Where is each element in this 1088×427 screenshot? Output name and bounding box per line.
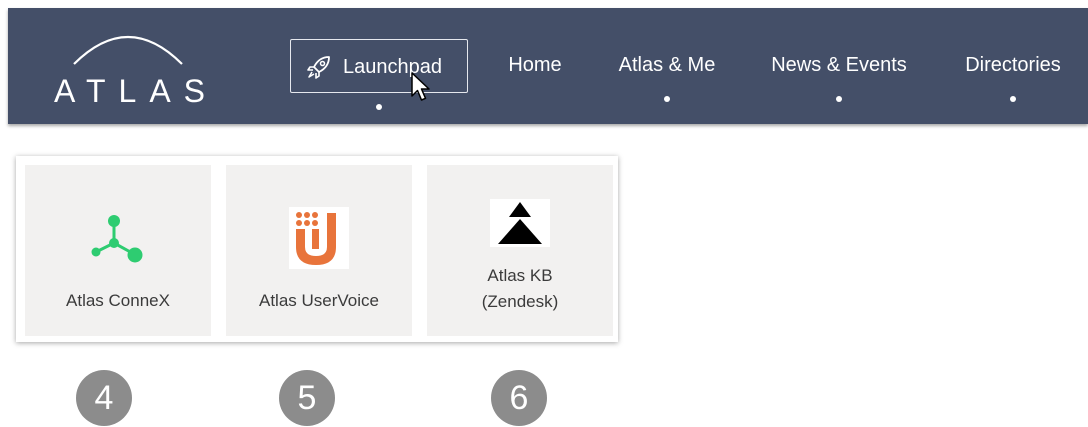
- logo-text: ATLAS: [54, 73, 218, 109]
- nav-news-events-label: News & Events: [771, 54, 907, 76]
- nav-atlas-and-me-label: Atlas & Me: [618, 54, 716, 76]
- nav-launchpad[interactable]: Launchpad: [290, 39, 468, 110]
- uservoice-icon: [289, 207, 349, 269]
- callout-badge-4: 4: [76, 370, 132, 426]
- connex-network-icon: [91, 215, 143, 263]
- tile-atlas-uservoice-label: Atlas UserVoice: [259, 291, 379, 310]
- tile-atlas-connex-label: Atlas ConneX: [66, 291, 170, 310]
- atlas-logo[interactable]: ATLAS: [48, 26, 208, 116]
- launchpad-panel: Atlas ConneX Atlas UserVoice Atlas KB (Z…: [16, 156, 618, 342]
- logo-arc-icon: [73, 35, 183, 65]
- nav-home[interactable]: Home: [500, 38, 570, 92]
- nav-atlas-and-me-dot: [664, 96, 670, 102]
- nav-atlas-and-me[interactable]: Atlas & Me: [608, 38, 726, 102]
- rocket-icon: [307, 56, 330, 79]
- top-navbar: ATLAS Launchpad Home Atlas & Me News & E…: [8, 8, 1088, 124]
- callout-badge-5: 5: [279, 370, 335, 426]
- nav-launchpad-dot: [376, 104, 382, 110]
- nav-directories[interactable]: Directories: [956, 38, 1070, 102]
- nav-news-events[interactable]: News & Events: [764, 38, 914, 102]
- tile-atlas-connex[interactable]: Atlas ConneX: [25, 165, 211, 336]
- nav-home-label: Home: [508, 54, 562, 76]
- nav-directories-label: Directories: [965, 54, 1061, 76]
- nav-directories-dot: [1010, 96, 1016, 102]
- nav-news-events-dot: [836, 96, 842, 102]
- tile-atlas-kb-zendesk[interactable]: Atlas KB (Zendesk): [427, 165, 613, 336]
- mouse-cursor-icon: [411, 72, 430, 101]
- tile-atlas-kb-label-line1: Atlas KB: [487, 266, 553, 285]
- zendesk-triangle-icon: [490, 199, 550, 247]
- tile-atlas-kb-label-line2: (Zendesk): [481, 292, 559, 311]
- tile-atlas-uservoice[interactable]: Atlas UserVoice: [226, 165, 412, 336]
- callout-badge-6: 6: [491, 370, 547, 426]
